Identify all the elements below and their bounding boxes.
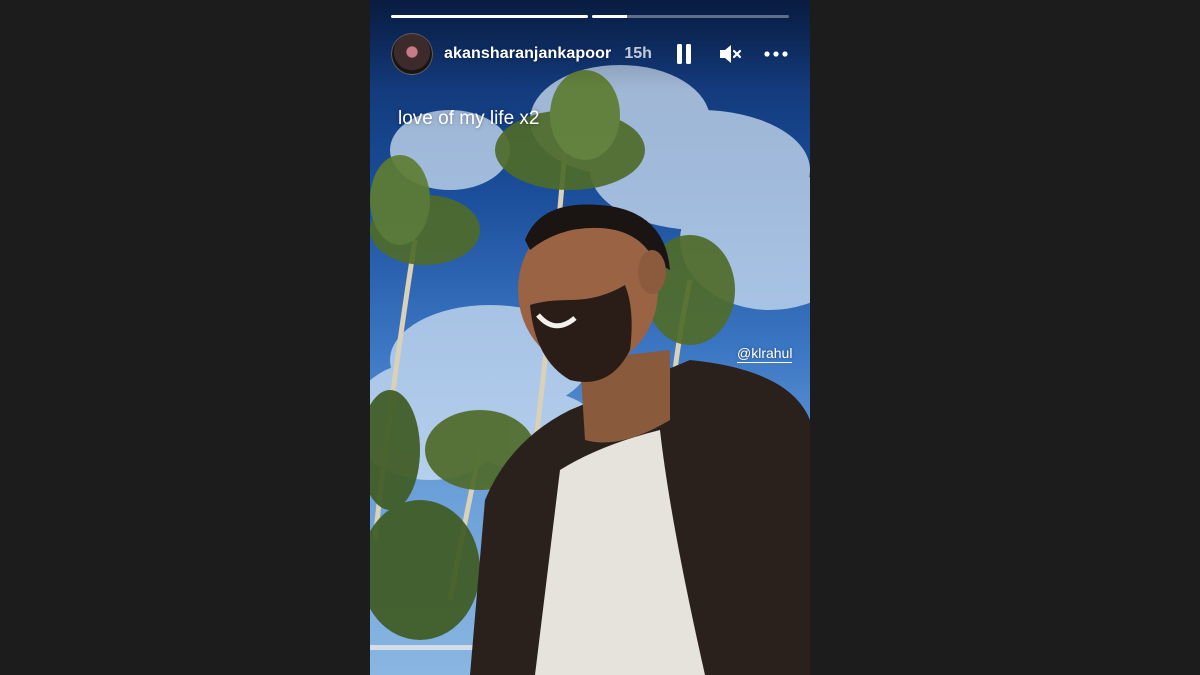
story-photo bbox=[370, 65, 810, 675]
progress-fill bbox=[391, 15, 588, 18]
more-options-button[interactable] bbox=[764, 42, 788, 66]
railing bbox=[370, 645, 490, 650]
muted-speaker-icon bbox=[720, 45, 742, 63]
pause-icon bbox=[677, 44, 691, 64]
username[interactable]: akansharanjankapoor bbox=[444, 45, 611, 63]
person-ear bbox=[638, 250, 666, 294]
story-controls bbox=[672, 42, 788, 66]
mention-tag[interactable]: @klrahul bbox=[737, 345, 793, 363]
pause-button[interactable] bbox=[672, 42, 696, 66]
story-progress bbox=[391, 15, 789, 18]
mute-button[interactable] bbox=[718, 42, 742, 66]
progress-segment bbox=[592, 15, 789, 18]
story-header: akansharanjankapoor 15h bbox=[391, 33, 788, 75]
progress-fill bbox=[592, 15, 628, 18]
progress-segment bbox=[391, 15, 588, 18]
story-caption: love of my life x2 bbox=[398, 108, 540, 129]
timestamp: 15h bbox=[624, 45, 652, 62]
avatar[interactable] bbox=[391, 33, 433, 75]
story-viewer[interactable]: akansharanjankapoor 15h love of my life … bbox=[370, 0, 810, 675]
more-options-icon bbox=[764, 51, 788, 57]
